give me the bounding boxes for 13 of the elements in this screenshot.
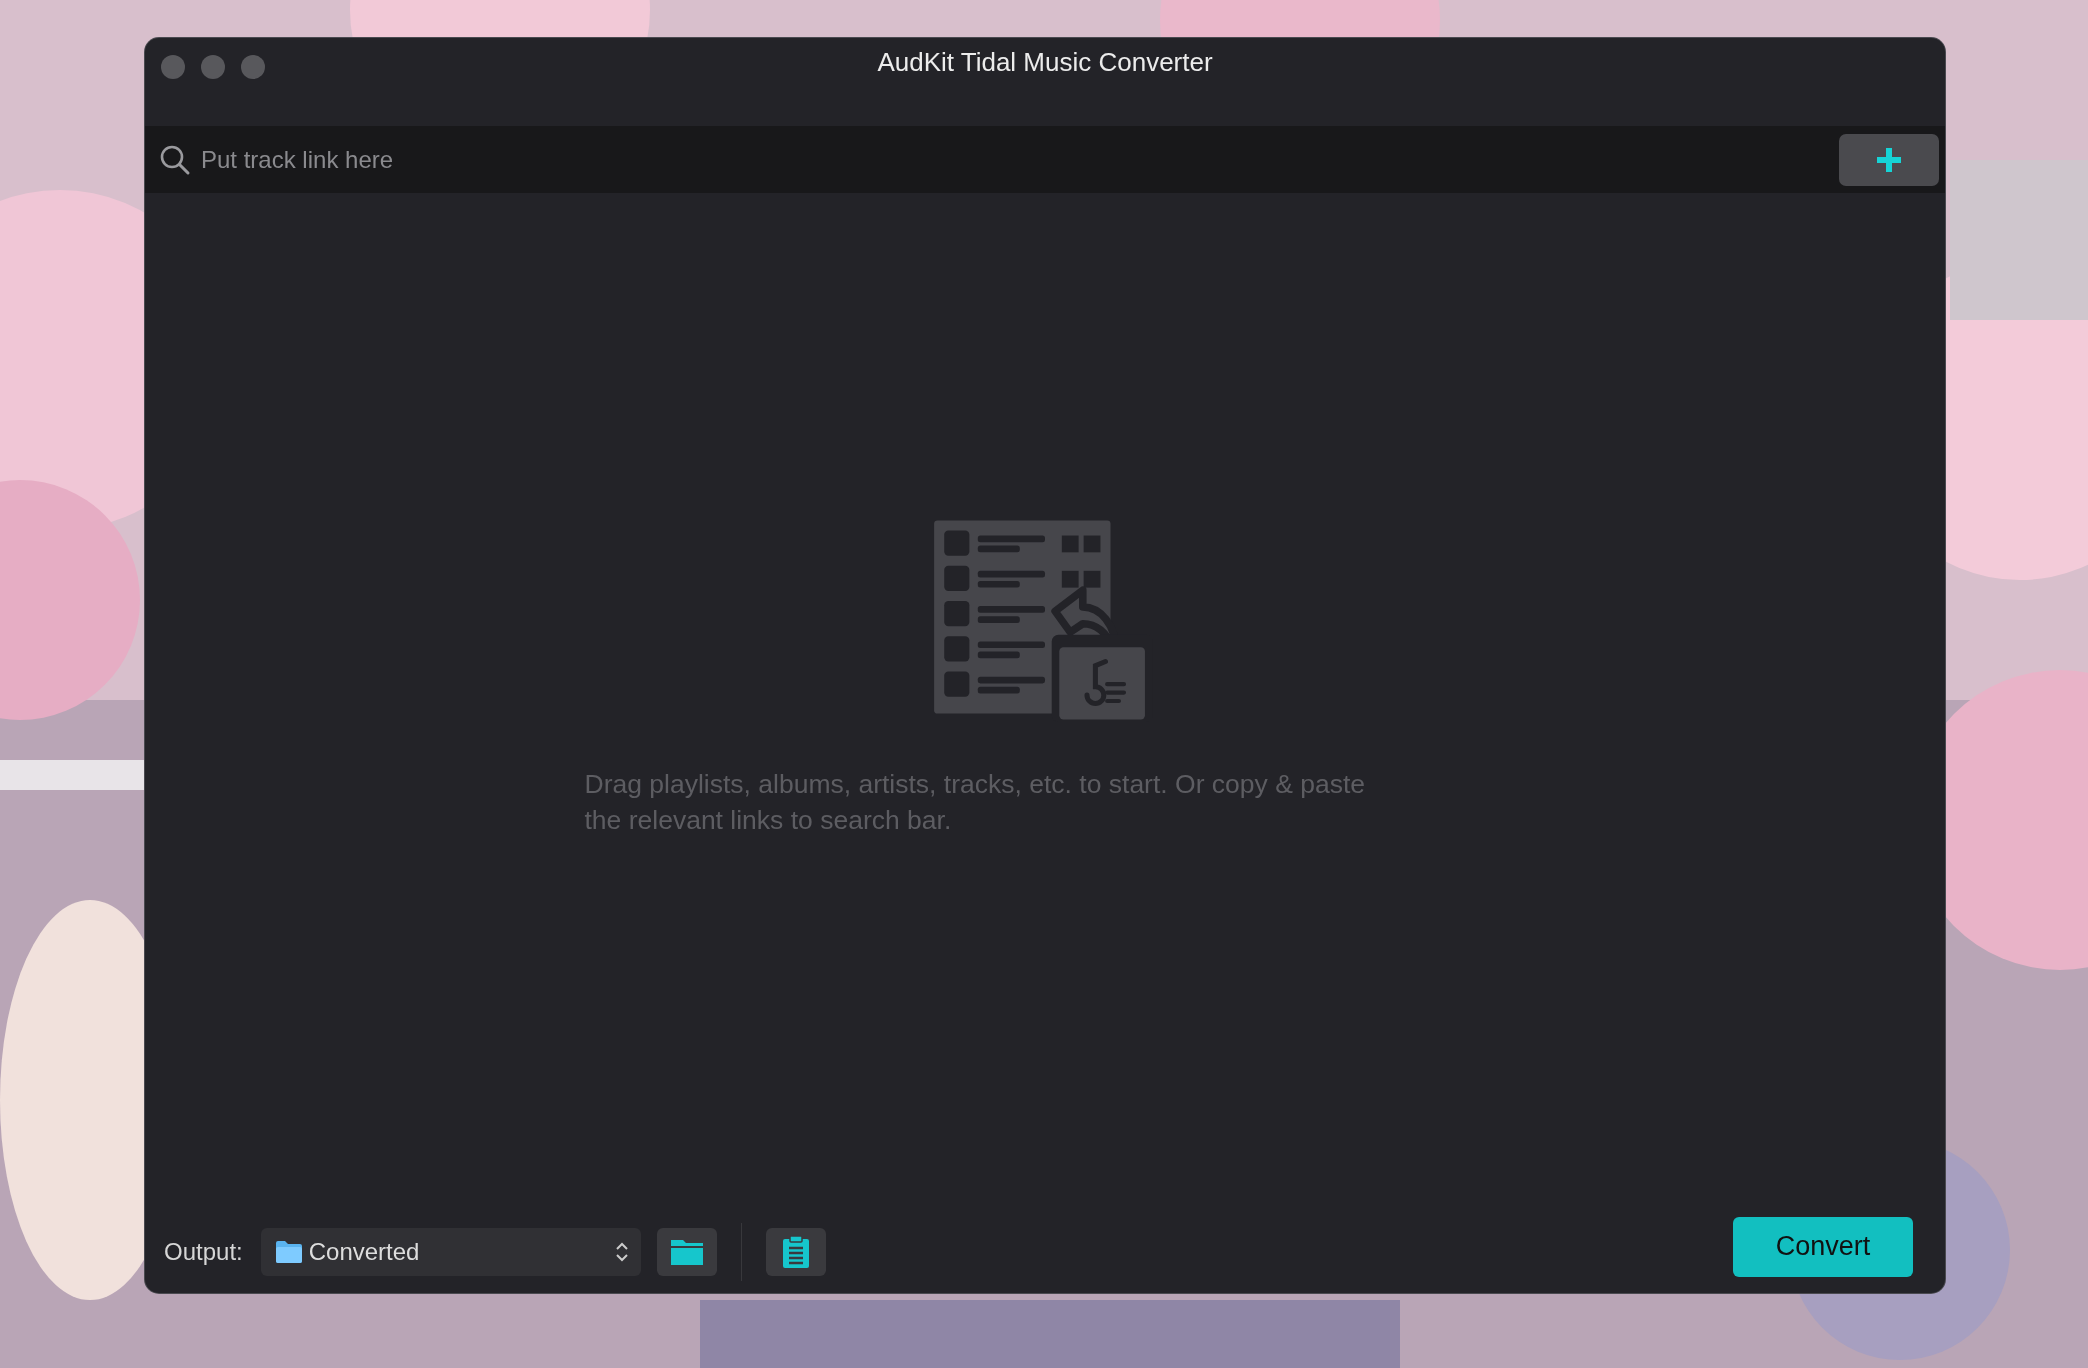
convert-button[interactable]: Convert — [1733, 1216, 1913, 1277]
search-icon — [159, 143, 191, 176]
output-folder-dropdown[interactable]: Converted — [260, 1227, 641, 1276]
folder-icon — [274, 1239, 303, 1264]
folder-icon — [669, 1237, 704, 1266]
clipboard-list-icon — [780, 1234, 811, 1269]
history-button[interactable] — [765, 1227, 826, 1276]
plus-icon — [1875, 145, 1903, 174]
window-title: AudKit Tidal Music Converter — [877, 47, 1213, 77]
add-button[interactable] — [1839, 133, 1939, 186]
open-folder-button[interactable] — [656, 1227, 717, 1276]
empty-state-message: Drag playlists, albums, artists, tracks, etc. to start. Or copy & paste the relevant links to search bar. — [584, 767, 1367, 837]
output-label: Output: — [164, 1237, 243, 1266]
